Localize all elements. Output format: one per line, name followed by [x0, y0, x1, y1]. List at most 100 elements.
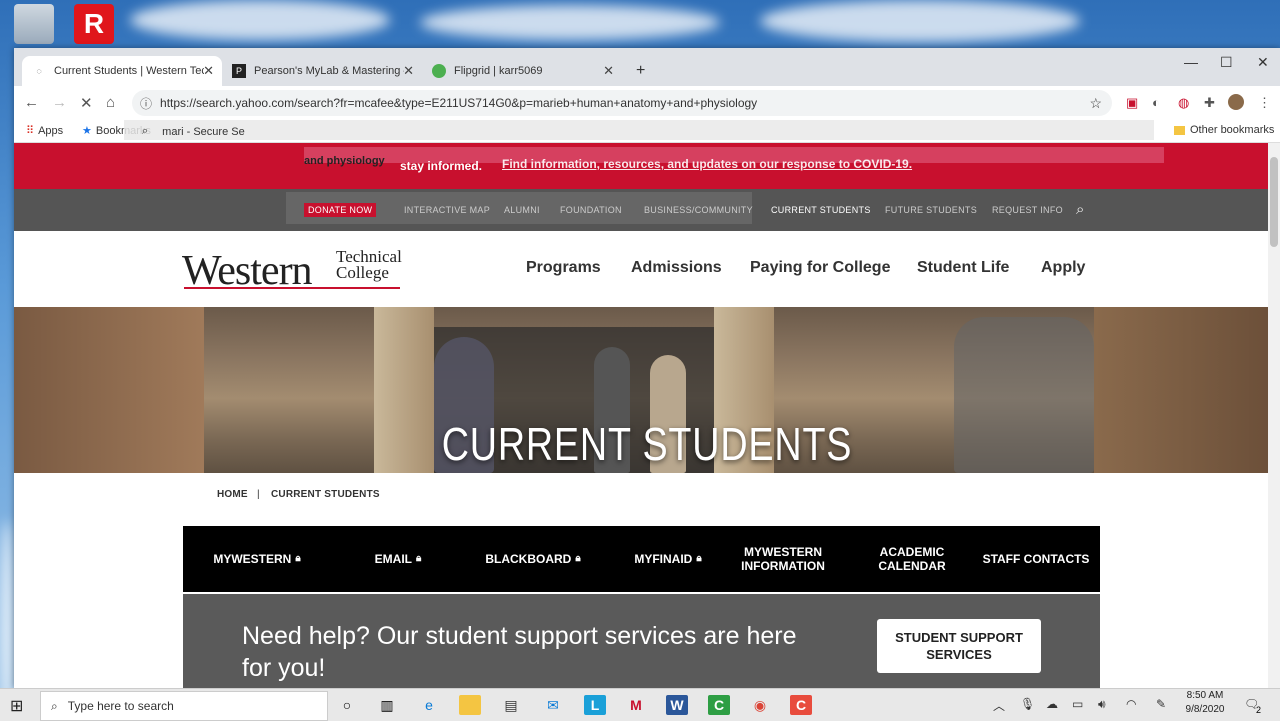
word-icon[interactable]: W	[666, 695, 688, 715]
nav-programs[interactable]: Programs	[526, 259, 601, 277]
breadcrumb-separator: |	[257, 489, 260, 500]
new-tab-button[interactable]: +	[626, 56, 650, 86]
quick-link-label: MYFINAID	[634, 552, 693, 566]
maximize-icon[interactable]: ☐	[1220, 54, 1233, 71]
cortana-icon[interactable]: ○	[336, 695, 358, 715]
url-text: https://search.yahoo.com/search?fr=mcafe…	[160, 96, 758, 110]
quick-link-mywestern-information[interactable]: MYWESTERN INFORMATION	[723, 526, 843, 592]
donate-now-link[interactable]: DONATE NOW	[304, 203, 377, 217]
menu-kebab-icon[interactable]: ⋮	[1258, 95, 1271, 111]
info-icon: ⓘ	[140, 96, 153, 111]
apps-label: Apps	[38, 124, 64, 137]
battery-icon[interactable]: ▭	[1072, 697, 1083, 711]
stop-loading-icon[interactable]: ✕	[80, 94, 93, 112]
back-icon[interactable]: ←	[24, 94, 39, 111]
autocomplete-overlay	[124, 120, 1154, 140]
college-logo[interactable]: Western Technical College	[182, 247, 402, 295]
nav-paying-for-college[interactable]: Paying for College	[750, 259, 890, 277]
loading-icon: ◌	[36, 66, 42, 76]
cloud-icon[interactable]: ☁	[1046, 697, 1058, 711]
other-bookmarks[interactable]: Other bookmarks	[1174, 124, 1274, 136]
request-info-link[interactable]: REQUEST INFO	[992, 205, 1063, 215]
taskbar-clock[interactable]: 8:50 AM 9/8/2020	[1180, 689, 1230, 717]
lock-icon: 🔒︎	[696, 553, 702, 564]
business-community-link[interactable]: BUSINESS/COMMUNITY	[644, 205, 753, 215]
extension-icon[interactable]: ◐	[1152, 95, 1160, 110]
page-title: CURRENT STUDENTS	[441, 418, 853, 470]
bookmark-star-icon[interactable]: ☆	[1089, 95, 1102, 112]
minimize-icon[interactable]: —	[1184, 54, 1198, 70]
scrollbar-thumb[interactable]	[1270, 157, 1278, 247]
quick-link-label: EMAIL	[374, 552, 412, 566]
utility-nav: DONATE NOW INTERACTIVE MAP ALUMNI FOUNDA…	[14, 189, 1280, 231]
student-support-button[interactable]: STUDENT SUPPORT SERVICES	[877, 619, 1041, 673]
nav-student-life[interactable]: Student Life	[917, 259, 1009, 277]
microphone-icon[interactable]: 🎙︎	[1020, 697, 1035, 711]
apps-shortcut[interactable]: ⠿ Apps	[26, 124, 64, 138]
student-support-banner: Need help? Our student support services …	[183, 594, 1100, 688]
tab-flipgrid[interactable]: Flipgrid | karr5069 ✕	[422, 56, 622, 86]
autocomplete-suggestion[interactable]: ⌕ mari - Secure Se	[142, 125, 245, 138]
taskbar-search[interactable]: ⌕ Type here to search	[40, 691, 328, 721]
pearson-icon: P	[232, 64, 246, 78]
close-window-icon[interactable]: ✕	[1257, 54, 1269, 71]
tab-pearson[interactable]: P Pearson's MyLab & Mastering – A ✕	[222, 56, 422, 86]
camtasia-icon[interactable]: C	[708, 695, 730, 715]
screencast-icon[interactable]: C	[790, 695, 812, 715]
search-icon: ⌕	[51, 698, 58, 713]
start-icon[interactable]: ⊞	[10, 696, 23, 716]
file-explorer-icon[interactable]	[459, 695, 481, 715]
volume-icon[interactable]: 🔊︎	[1098, 697, 1106, 712]
chrome-icon[interactable]: ◉	[749, 695, 771, 715]
alert-text: stay informed.	[400, 159, 483, 173]
page-scrollbar[interactable]	[1268, 143, 1280, 688]
mcafee-extension-icon[interactable]: ▣	[1126, 95, 1138, 111]
address-bar[interactable]: ⓘ https://search.yahoo.com/search?fr=mca…	[132, 90, 1112, 116]
notification-badge: 2	[1256, 705, 1262, 715]
show-hidden-icons[interactable]: ︿	[993, 697, 1005, 714]
site-search-icon[interactable]: ⌕	[1076, 201, 1084, 218]
nav-admissions[interactable]: Admissions	[631, 259, 722, 277]
covid-info-link[interactable]: Find information, resources, and updates…	[502, 157, 912, 171]
profile-avatar[interactable]	[1228, 94, 1244, 110]
clock-time: 8:50 AM	[1186, 690, 1224, 701]
quick-link-myfinaid[interactable]: MYFINAID 🔒︎	[603, 526, 733, 592]
browser-window: ◌ Current Students | Western Techn ✕ P P…	[14, 48, 1280, 688]
avira-icon[interactable]: R	[74, 4, 114, 44]
wifi-icon[interactable]: ◠	[1126, 697, 1136, 711]
quick-link-blackboard[interactable]: BLACKBOARD 🔒︎	[458, 526, 608, 592]
hero-banner: CURRENT STUDENTS	[14, 307, 1280, 473]
alumni-link[interactable]: ALUMNI	[504, 205, 540, 215]
suggestion-text: mari - Secure Se	[162, 125, 245, 138]
breadcrumb-home[interactable]: HOME	[217, 489, 248, 500]
quick-link-email[interactable]: EMAIL 🔒︎	[343, 526, 453, 592]
store-icon[interactable]: ▤	[500, 695, 522, 715]
mcafee-icon[interactable]: M	[625, 695, 647, 715]
folder-icon	[1174, 125, 1185, 135]
quick-link-staff-contacts[interactable]: STAFF CONTACTS	[975, 526, 1097, 592]
task-view-icon[interactable]: ▥	[376, 695, 398, 715]
tab-current-students[interactable]: ◌ Current Students | Western Techn ✕	[22, 56, 222, 86]
close-tab-icon[interactable]: ✕	[203, 63, 214, 79]
quick-link-academic-calendar[interactable]: ACADEMIC CALENDAR	[855, 526, 969, 592]
close-tab-icon[interactable]: ✕	[403, 63, 414, 79]
flipgrid-icon	[432, 64, 446, 78]
pen-icon[interactable]: ✎	[1156, 697, 1166, 711]
lock-icon: 🔒︎	[416, 553, 422, 564]
mail-icon[interactable]: ✉	[542, 695, 564, 715]
forward-icon[interactable]: →	[52, 94, 67, 111]
app-l-icon[interactable]: L	[584, 695, 606, 715]
extension-badge-icon[interactable]: ◍	[1178, 95, 1189, 111]
close-tab-icon[interactable]: ✕	[603, 63, 614, 79]
future-students-link[interactable]: FUTURE STUDENTS	[885, 205, 977, 215]
edge-icon[interactable]: e	[418, 695, 440, 715]
home-icon[interactable]: ⌂	[106, 94, 115, 111]
other-bookmarks-label: Other bookmarks	[1190, 124, 1275, 136]
recycle-bin-icon[interactable]	[14, 4, 54, 44]
current-students-link[interactable]: CURRENT STUDENTS	[771, 205, 871, 215]
puzzle-icon[interactable]: ✚	[1204, 95, 1215, 111]
interactive-map-link[interactable]: INTERACTIVE MAP	[404, 205, 490, 215]
nav-apply[interactable]: Apply	[1041, 259, 1085, 277]
foundation-link[interactable]: FOUNDATION	[560, 205, 622, 215]
quick-link-mywestern[interactable]: MYWESTERN 🔒︎	[197, 526, 317, 592]
